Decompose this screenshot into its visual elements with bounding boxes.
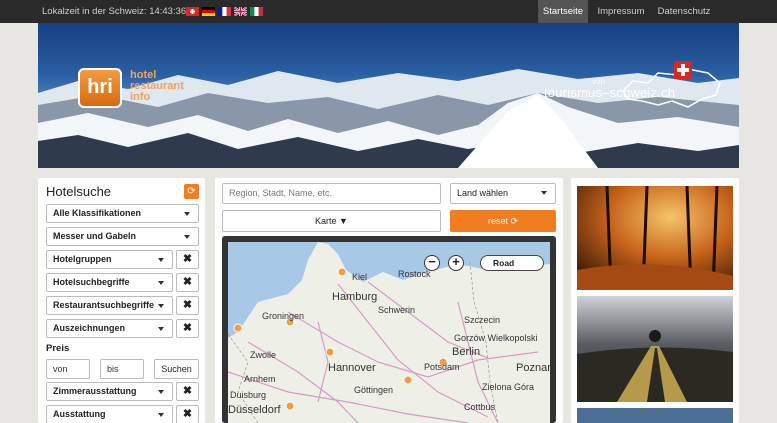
price-from-input[interactable]: von — [46, 359, 90, 379]
nav-impressum[interactable]: Impressum — [592, 0, 650, 23]
filter-hotelgruppen[interactable]: Hotelgruppen — [46, 250, 173, 269]
chevron-down-icon — [158, 281, 164, 285]
refresh-button[interactable]: ⟳ — [184, 184, 199, 199]
map-canvas[interactable]: Kiel Rostock Hamburg Schwerin Szczecin G… — [228, 242, 550, 423]
map-city-label: Poznań — [516, 362, 550, 374]
filter-auszeichnungen[interactable]: Auszeichnungen — [46, 319, 173, 338]
nav-datenschutz[interactable]: Datenschutz — [654, 0, 714, 23]
map-city-label: Schwerin — [378, 305, 416, 315]
map-city-label: Düsseldorf — [228, 404, 281, 416]
map-city-label: Potsdam — [424, 362, 460, 372]
landscape-image[interactable] — [577, 408, 733, 423]
chevron-down-icon — [184, 212, 190, 216]
remove-ausstattung-button[interactable]: ✖ — [176, 405, 199, 423]
filter-hotelsuchbegriffe[interactable]: Hotelsuchbegriffe — [46, 273, 173, 292]
zoom-in-button[interactable]: + — [448, 255, 464, 271]
filter-klassifikationen[interactable]: Alle Klassifikationen — [46, 204, 199, 223]
zoom-out-button[interactable]: − — [424, 255, 440, 271]
map-city-label: Zwolle — [250, 350, 277, 360]
filter-ausstattung[interactable]: Ausstattung — [46, 405, 173, 423]
chevron-down-icon — [158, 413, 164, 417]
logo-text: hotel restaurant info — [130, 69, 184, 103]
chevron-down-icon — [184, 235, 190, 239]
sidebar-title: Hotelsuche — [46, 184, 112, 199]
map-city-label: Kiel — [352, 272, 368, 282]
refresh-icon: ⟳ — [187, 186, 196, 197]
flag-it-icon[interactable] — [250, 7, 263, 16]
header-banner: hri hotel restaurant info von tourismus–… — [38, 23, 739, 168]
flag-ch-icon[interactable] — [186, 7, 199, 16]
map-city-label: Duisburg — [230, 390, 267, 400]
filter-restaurantsuchbegriffe[interactable]: Restaurantsuchbegriffe — [46, 296, 173, 315]
country-select[interactable]: Land wählen — [450, 183, 556, 204]
map-frame: Kiel Rostock Hamburg Schwerin Szczecin G… — [222, 236, 556, 423]
map-city-label: Cottbus — [464, 402, 496, 412]
caret-down-icon: ▼ — [339, 216, 348, 226]
map-city-label: Arnhem — [244, 374, 276, 384]
map-type-select[interactable]: Road — [480, 255, 544, 271]
country-road-image[interactable] — [577, 296, 733, 402]
autumn-forest-image[interactable] — [577, 186, 733, 290]
map-city-label: Zielona Góra — [482, 382, 535, 392]
map-city-label: Szczecin — [464, 315, 501, 325]
local-time: Lokalzeit in der Schweiz: 14:43:36 — [42, 6, 187, 17]
language-flags — [186, 7, 263, 16]
reset-button[interactable]: reset ⟳ — [450, 210, 556, 232]
chevron-down-icon — [158, 304, 164, 308]
chevron-down-icon — [158, 258, 164, 262]
map-city-label: Berlin — [452, 346, 481, 358]
hri-logo[interactable]: hri — [78, 68, 122, 108]
flag-fr-icon[interactable] — [218, 7, 231, 16]
remove-hotelsuchbegriffe-button[interactable]: ✖ — [176, 273, 199, 292]
map-city-label: Hamburg — [332, 291, 378, 303]
remove-restaurantsuchbegriffe-button[interactable]: ✖ — [176, 296, 199, 315]
chevron-down-icon — [541, 191, 547, 195]
map-city-label: Groningen — [262, 311, 305, 321]
map-city-label: Hannover — [328, 362, 376, 374]
map-city-label: Göttingen — [354, 385, 394, 395]
map-toggle-button[interactable]: Karte ▼ — [222, 210, 441, 232]
filter-zimmerausstattung[interactable]: Zimmerausstattung — [46, 382, 173, 401]
flag-uk-icon[interactable] — [234, 7, 247, 16]
nav-startseite[interactable]: Startseite — [538, 0, 588, 23]
remove-hotelgruppen-button[interactable]: ✖ — [176, 250, 199, 269]
map-city-label: Rostock — [398, 269, 431, 279]
search-input[interactable]: Region, Stadt, Name, etc. — [222, 183, 441, 204]
tourism-link[interactable]: tourismus–schweiz.ch — [544, 85, 675, 100]
refresh-icon: ⟳ — [510, 216, 519, 226]
remove-auszeichnungen-button[interactable]: ✖ — [176, 319, 199, 338]
top-bar: Lokalzeit in der Schweiz: 14:43:36 Start… — [0, 0, 777, 23]
price-to-input[interactable]: bis — [100, 359, 144, 379]
price-label: Preis — [46, 343, 70, 354]
flag-de-icon[interactable] — [202, 7, 215, 16]
map-city-label: Gorzów Wielkopolski — [454, 333, 538, 343]
filter-messer-gabeln[interactable]: Messer und Gabeln — [46, 227, 199, 246]
chevron-down-icon — [158, 327, 164, 331]
price-search-button[interactable]: Suchen — [154, 359, 199, 379]
remove-zimmerausstattung-button[interactable]: ✖ — [176, 382, 199, 401]
chevron-down-icon — [158, 390, 164, 394]
